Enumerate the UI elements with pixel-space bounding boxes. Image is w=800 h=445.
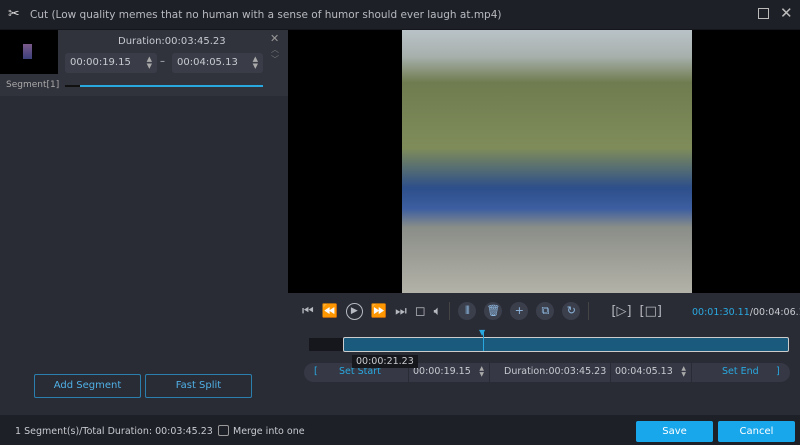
trim-end-field[interactable]: 00:04:05.13 ▲ ▼	[610, 363, 692, 382]
skip-start-icon[interactable]: ⏮	[302, 304, 314, 319]
skip-end-icon[interactable]: ⏭	[395, 304, 407, 319]
segment-duration: Duration:00:03:45.23	[118, 36, 226, 47]
time-readout: 00:01:30.11/00:04:06.18	[692, 307, 800, 318]
copy-icon[interactable]: ⧉	[536, 302, 555, 320]
reset-icon[interactable]: ↻	[562, 302, 581, 320]
maximize-icon[interactable]	[758, 8, 769, 19]
total-time: /00:04:06.18	[749, 307, 800, 318]
segment-end-field[interactable]: 00:04:05.13 ▲ ▼	[172, 53, 263, 73]
close-icon[interactable]: ✕	[780, 4, 793, 22]
divider	[449, 302, 451, 320]
segment-panel: Segment[1] Duration:00:03:45.23 00:00:19…	[0, 30, 288, 415]
save-button[interactable]: Save	[636, 421, 713, 442]
end-value: 00:04:05.13	[615, 366, 673, 377]
stepper-icon[interactable]: ▲ ▼	[681, 366, 686, 378]
add-icon[interactable]: +	[510, 302, 529, 320]
segment-item[interactable]: Segment[1] Duration:00:03:45.23 00:00:19…	[0, 30, 288, 96]
trim-duration: Duration:00:03:45.23	[504, 366, 607, 377]
current-time: 00:01:30.11	[692, 307, 750, 318]
rewind-icon[interactable]: ⏪	[322, 304, 338, 319]
scissors-icon: ✂	[8, 6, 20, 22]
volume-icon[interactable]: 🔈︎	[434, 304, 442, 319]
stepper-icon[interactable]: ▲ ▼	[147, 56, 152, 70]
left-bracket: [	[314, 366, 318, 377]
end-value: 00:04:05.13	[177, 57, 238, 68]
title-bar: ✂ Cut (Low quality memes that no human w…	[0, 0, 800, 30]
selected-range[interactable]	[343, 337, 789, 352]
player-panel: ⏮ ⏪ ▶ ⏩ ⏭ ◻ 🔈︎ ⫴ 🗑︎ + ⧉ ↻ [▷] [□] 00:01:…	[288, 30, 800, 415]
segment-thumbnail	[0, 30, 58, 74]
add-segment-button[interactable]: Add Segment	[34, 374, 141, 398]
segment-summary: 1 Segment(s)/Total Duration: 00:03:45.23	[15, 426, 213, 437]
merge-label: Merge into one	[233, 426, 305, 437]
fast-split-button[interactable]: Fast Split	[145, 374, 252, 398]
merge-checkbox[interactable]	[218, 425, 229, 436]
stop-segment-icon[interactable]: [□]	[640, 304, 662, 319]
playhead-marker-icon[interactable]: ▼	[479, 328, 485, 337]
stepper-icon[interactable]: ▲ ▼	[253, 56, 258, 70]
footer-bar: 1 Segment(s)/Total Duration: 00:03:45.23…	[0, 415, 800, 445]
stop-icon[interactable]: ◻	[415, 304, 426, 319]
move-down-icon[interactable]: ﹀	[271, 54, 279, 65]
video-frame	[402, 30, 692, 293]
trim-start-field[interactable]: 00:00:19.15 ▲ ▼	[408, 363, 490, 382]
fast-forward-icon[interactable]: ⏩	[371, 304, 387, 319]
stepper-icon[interactable]: ▲ ▼	[479, 366, 484, 378]
delete-icon[interactable]: 🗑︎	[484, 302, 503, 320]
start-value: 00:00:19.15	[413, 366, 471, 377]
start-value: 00:00:19.15	[70, 57, 131, 68]
window-title: Cut (Low quality memes that no human wit…	[30, 9, 502, 21]
segment-bar	[65, 85, 263, 87]
timeline-track[interactable]	[309, 337, 789, 352]
play-icon[interactable]: ▶	[345, 302, 363, 320]
playback-controls: ⏮ ⏪ ▶ ⏩ ⏭ ◻ 🔈︎ ⫴ 🗑︎ + ⧉ ↻ [▷] [□]	[302, 302, 662, 320]
divider	[588, 302, 590, 320]
segment-start-field[interactable]: 00:00:19.15 ▲ ▼	[65, 53, 157, 73]
playhead-tooltip: 00:00:21.23	[352, 355, 418, 368]
split-icon[interactable]: ⫴	[458, 302, 477, 320]
right-bracket: ]	[776, 366, 780, 377]
play-segment-icon[interactable]: [▷]	[611, 304, 631, 319]
video-preview[interactable]	[288, 30, 800, 293]
cancel-button[interactable]: Cancel	[718, 421, 795, 442]
set-end-button[interactable]: Set End	[722, 366, 759, 377]
range-dash: –	[160, 56, 165, 67]
segment-label: Segment[1]	[6, 80, 60, 90]
